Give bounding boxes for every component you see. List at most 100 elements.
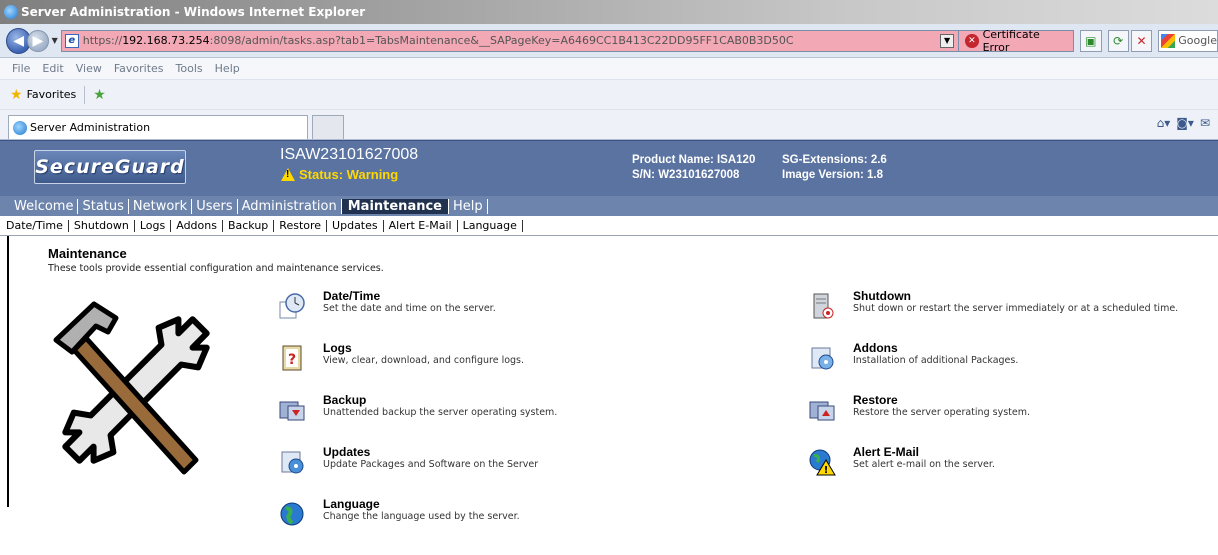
- subnav-datetime[interactable]: Date/Time: [6, 219, 69, 232]
- command-bar: ⌂▾ ◙▾ ✉: [1151, 116, 1210, 130]
- certificate-error-button[interactable]: ✕ Certificate Error: [959, 28, 1075, 54]
- task-restore[interactable]: Restore Restore the server operating sys…: [808, 394, 1030, 424]
- task-title[interactable]: Shutdown: [853, 290, 1178, 303]
- page-icon: e: [64, 33, 79, 48]
- menu-file[interactable]: File: [12, 62, 30, 75]
- mail-icon[interactable]: ✉: [1200, 116, 1210, 130]
- window-titlebar: Server Administration - Windows Internet…: [0, 0, 1218, 24]
- main-content: Maintenance These tools provide essentia…: [0, 236, 1218, 526]
- image-version: Image Version: 1.8: [782, 169, 883, 181]
- task-logs[interactable]: ? Logs View, clear, download, and config…: [278, 342, 524, 372]
- alert-email-icon: !: [809, 449, 836, 476]
- task-description: Restore the server operating system.: [853, 407, 1030, 418]
- task-description: Unattended backup the server operating s…: [323, 407, 558, 418]
- status-text: Status: Warning: [299, 167, 399, 182]
- certificate-error-icon: ✕: [965, 33, 979, 48]
- task-title[interactable]: Updates: [323, 446, 538, 459]
- addons-icon: [811, 347, 834, 370]
- nav-status[interactable]: Status: [78, 198, 129, 214]
- globe-icon: [280, 502, 304, 526]
- tab-ie-icon: [13, 120, 27, 135]
- clock-calendar-icon: [279, 293, 305, 319]
- add-favorites-icon[interactable]: ★: [93, 87, 106, 103]
- task-language[interactable]: Language Change the language used by the…: [278, 498, 520, 528]
- subnav-addons[interactable]: Addons: [171, 219, 223, 232]
- new-tab-button[interactable]: [312, 115, 344, 139]
- google-icon: [1161, 33, 1176, 48]
- server-status: Status: Warning: [281, 167, 398, 182]
- product-name: Product Name: ISA120: [632, 154, 756, 166]
- address-row: ◀ ▶ ▼ e https://192.168.73.254:8098/admi…: [0, 24, 1218, 58]
- subnav-alert-email[interactable]: Alert E-Mail: [384, 219, 458, 232]
- subnav-language[interactable]: Language: [458, 219, 523, 232]
- version-info: SG-Extensions: 2.6 Image Version: 1.8: [782, 153, 887, 183]
- task-description: Set the date and time on the server.: [323, 303, 496, 314]
- task-title[interactable]: Date/Time: [323, 290, 496, 303]
- menu-view[interactable]: View: [76, 62, 102, 75]
- subnav-shutdown[interactable]: Shutdown: [69, 219, 135, 232]
- task-shutdown[interactable]: Shutdown Shut down or restart the server…: [808, 290, 1178, 320]
- subnav-logs[interactable]: Logs: [135, 219, 172, 232]
- nav-administration[interactable]: Administration: [238, 198, 342, 214]
- browser-tab-label: Server Administration: [30, 121, 151, 134]
- refresh-button[interactable]: ⟳: [1107, 29, 1129, 52]
- subnav-backup[interactable]: Backup: [223, 219, 275, 232]
- compatibility-view-button[interactable]: ▣: [1080, 29, 1102, 52]
- subnav-updates[interactable]: Updates: [327, 219, 384, 232]
- home-icon[interactable]: ⌂▾: [1157, 116, 1171, 130]
- menu-edit[interactable]: Edit: [42, 62, 63, 75]
- main-nav: Welcome Status Network Users Administrat…: [0, 196, 1218, 216]
- backup-icon: [279, 401, 305, 421]
- tab-row: Server Administration ⌂▾ ◙▾ ✉: [0, 110, 1218, 140]
- task-backup[interactable]: Backup Unattended backup the server oper…: [278, 394, 557, 424]
- forward-button[interactable]: ▶: [27, 29, 49, 52]
- task-title[interactable]: Alert E-Mail: [853, 446, 995, 459]
- updates-icon: [281, 451, 304, 474]
- task-title[interactable]: Restore: [853, 394, 1030, 407]
- warning-icon: [281, 168, 295, 181]
- task-updates[interactable]: Updates Update Packages and Software on …: [278, 446, 538, 476]
- stop-button[interactable]: ✕: [1130, 29, 1153, 52]
- task-description: View, clear, download, and configure log…: [323, 355, 525, 366]
- favorites-bar: ★ Favorites ★: [0, 80, 1218, 110]
- menu-favorites[interactable]: Favorites: [114, 62, 164, 75]
- nav-maintenance[interactable]: Maintenance: [341, 198, 449, 214]
- task-title[interactable]: Backup: [323, 394, 557, 407]
- favorites-button[interactable]: Favorites: [27, 88, 77, 101]
- url-host: 192.168.73.254: [122, 34, 210, 47]
- task-addons[interactable]: Addons Installation of additional Packag…: [808, 342, 1018, 372]
- nav-network[interactable]: Network: [129, 198, 193, 214]
- svg-text:?: ?: [288, 352, 296, 368]
- menu-bar: File Edit View Favorites Tools Help: [0, 58, 1218, 80]
- subnav-restore[interactable]: Restore: [274, 219, 328, 232]
- menu-help[interactable]: Help: [215, 62, 240, 75]
- task-title[interactable]: Language: [323, 498, 520, 511]
- task-alert-email[interactable]: ! Alert E-Mail Set alert e-mail on the s…: [808, 446, 995, 476]
- url-scheme: https://: [82, 34, 123, 47]
- url-path: :8098/admin/tasks.asp?tab1=TabsMaintenan…: [209, 34, 794, 47]
- task-title[interactable]: Addons: [853, 342, 1018, 355]
- history-dropdown-icon[interactable]: ▼: [52, 36, 58, 45]
- task-description: Installation of additional Packages.: [853, 355, 1019, 366]
- address-bar[interactable]: e https://192.168.73.254:8098/admin/task…: [60, 29, 960, 52]
- sub-nav: Date/Time Shutdown Logs Addons Backup Re…: [0, 216, 1218, 236]
- tools-wrench-hammer-icon: [53, 301, 210, 475]
- secureguard-logo: SecureGuard: [34, 150, 186, 184]
- restore-icon: [809, 401, 835, 421]
- nav-welcome[interactable]: Welcome: [14, 198, 79, 214]
- menu-tools[interactable]: Tools: [176, 62, 203, 75]
- nav-users[interactable]: Users: [192, 198, 238, 214]
- task-datetime[interactable]: Date/Time Set the date and time on the s…: [278, 290, 496, 320]
- task-description: Shut down or restart the server immediat…: [853, 303, 1179, 314]
- browser-tab[interactable]: Server Administration: [8, 115, 308, 139]
- page-title: Maintenance: [48, 246, 127, 261]
- task-title[interactable]: Logs: [323, 342, 524, 355]
- server-shutdown-icon: [813, 293, 834, 319]
- search-box[interactable]: Google: [1158, 29, 1218, 52]
- product-info: Product Name: ISA120 S/N: W23101627008: [632, 153, 755, 183]
- feeds-icon[interactable]: ◙▾: [1176, 116, 1194, 130]
- task-description: Set alert e-mail on the server.: [853, 459, 995, 470]
- nav-help[interactable]: Help: [449, 198, 488, 214]
- address-dropdown-icon[interactable]: ▼: [940, 33, 955, 48]
- internet-explorer-icon: [4, 5, 18, 19]
